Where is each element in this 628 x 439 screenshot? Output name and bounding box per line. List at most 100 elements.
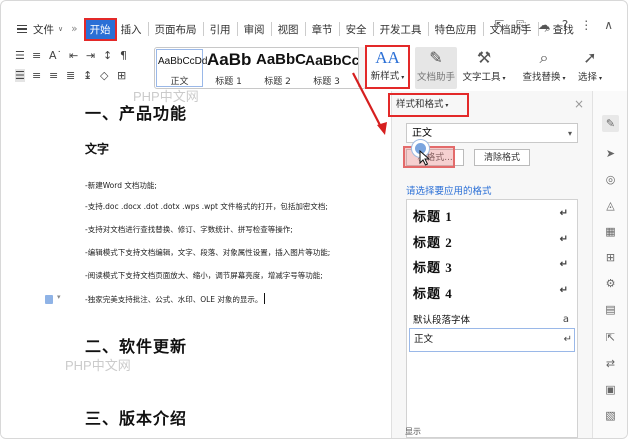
style-name: 标题 3 bbox=[313, 77, 340, 87]
style-item-label: 标题 1 bbox=[413, 209, 453, 224]
list-item[interactable]: 标题 4 ↵ bbox=[413, 283, 571, 302]
line-spacing-icon[interactable]: ↨ bbox=[83, 69, 93, 82]
tab-insert[interactable]: 插入 bbox=[119, 22, 144, 37]
more-icon[interactable]: » bbox=[71, 23, 77, 35]
export-icon[interactable]: ⇱ bbox=[604, 331, 617, 344]
indent-icon[interactable]: ⇤ bbox=[69, 49, 79, 62]
file-menu[interactable]: 文件 ∨ bbox=[33, 22, 63, 37]
tab-references[interactable]: 引用 bbox=[208, 22, 233, 37]
menu-icon[interactable] bbox=[17, 23, 27, 35]
divider bbox=[270, 22, 272, 36]
ribbon: ☰ ≡ A˙ ⇤ ⇥ ↕ ¶ ☰ ≡ ≡ ≣ ↨ ◇ ⊞ AaBbCcDd 正文 bbox=[1, 43, 627, 91]
pilcrow-icon[interactable]: ¶ bbox=[120, 49, 130, 62]
mouse-cursor-icon bbox=[419, 150, 431, 166]
pen-icon[interactable]: ✎ bbox=[602, 115, 619, 132]
fill-icon[interactable]: ◬ bbox=[604, 199, 617, 212]
help-icon[interactable]: ? bbox=[562, 18, 568, 33]
bullet-line: -支持对文档进行查找替换、修订、字数统计、拼写检查等操作; bbox=[85, 225, 293, 234]
divider bbox=[372, 22, 374, 36]
divider bbox=[427, 22, 429, 36]
settings-icon[interactable]: ⚙ bbox=[604, 277, 617, 290]
align-left-icon[interactable]: ☰ bbox=[15, 68, 25, 82]
style-heading-1[interactable]: AaBb 标题 1 bbox=[204, 48, 253, 88]
close-icon[interactable]: × bbox=[574, 97, 584, 111]
pointer-icon[interactable]: ➤ bbox=[604, 147, 617, 160]
paragraph-mark-icon: ↵ bbox=[559, 208, 569, 219]
list-item[interactable]: 标题 2 ↵ bbox=[413, 232, 571, 251]
clear-format-button[interactable]: 清除格式 bbox=[474, 149, 530, 166]
panel-title-dropdown[interactable]: 样式和格式 ▾ bbox=[388, 93, 469, 117]
divider bbox=[304, 22, 306, 36]
tab-features[interactable]: 特色应用 bbox=[433, 22, 479, 37]
heading-version-intro: 三、版本介绍 bbox=[85, 409, 188, 428]
new-style-label: 新样式 bbox=[370, 71, 400, 82]
align-center-icon[interactable]: ≡ bbox=[32, 69, 42, 82]
bullet-line-last: -独家完美支持批注、公式、水印、OLE 对象的显示。 bbox=[85, 293, 266, 305]
style-item-label: 标题 3 bbox=[413, 260, 453, 275]
text-cursor bbox=[264, 293, 266, 304]
document-page[interactable]: 一、产品功能 PHP中文网 文字 -新建Word 文档功能; -支持.doc .… bbox=[1, 89, 389, 438]
indent-more-icon[interactable]: ⇥ bbox=[86, 49, 96, 62]
bullet-list-icon[interactable]: ☰ bbox=[15, 49, 25, 62]
chevron-down-icon: ∨ bbox=[58, 25, 64, 33]
sidebar-icon[interactable]: ▣ bbox=[604, 383, 617, 396]
tab-view[interactable]: 视图 bbox=[276, 22, 301, 37]
save-cloud-icon[interactable]: ⎘ bbox=[516, 18, 526, 33]
align-right-icon[interactable]: ≡ bbox=[49, 69, 59, 82]
paragraph-handle-icon[interactable] bbox=[45, 295, 53, 304]
layers-icon[interactable]: ▤ bbox=[604, 303, 617, 316]
style-heading-2[interactable]: AaBbC 标题 2 bbox=[253, 48, 306, 88]
doc-helper-button[interactable]: ✎ 文档助手 bbox=[415, 47, 457, 89]
share-icon[interactable]: ⇱ bbox=[494, 18, 504, 33]
more-options-icon[interactable]: ⋮ bbox=[580, 18, 592, 33]
tab-section[interactable]: 章节 bbox=[310, 22, 335, 37]
char-style-icon: a bbox=[562, 314, 569, 325]
style-normal[interactable]: AaBbCcDd 正文 bbox=[155, 48, 208, 88]
title-bar-actions: ⇱ ⎘ ☁ ? ⋮ ∧ bbox=[494, 18, 613, 33]
font-size-icon[interactable]: A˙ bbox=[49, 49, 62, 62]
justify-icon[interactable]: ≣ bbox=[66, 69, 76, 82]
shapes-icon[interactable]: ◎ bbox=[604, 173, 617, 186]
list-item[interactable]: 标题 3 ↵ bbox=[413, 257, 571, 276]
tab-review[interactable]: 审阅 bbox=[242, 22, 267, 37]
select-button[interactable]: ➚ 选择 ▾ bbox=[572, 47, 608, 89]
image-icon[interactable]: ▧ bbox=[604, 409, 617, 422]
table-icon[interactable]: ▦ bbox=[604, 225, 617, 238]
bullet-text: -独家完美支持批注、公式、水印、OLE 对象的显示。 bbox=[85, 295, 263, 304]
style-gallery-scroll[interactable] bbox=[358, 47, 365, 87]
tab-page-layout[interactable]: 页面布局 bbox=[153, 22, 199, 37]
doc-helper-icon: ✎ bbox=[429, 48, 443, 67]
style-item-label: 默认段落字体 bbox=[413, 315, 471, 326]
style-item-label: 标题 4 bbox=[413, 286, 453, 301]
current-style-select[interactable]: 正文 ▾ bbox=[406, 123, 578, 143]
shading-icon[interactable]: ◇ bbox=[100, 69, 110, 82]
border-icon[interactable]: ⊞ bbox=[117, 69, 127, 82]
translate-icon[interactable]: ⇄ bbox=[604, 357, 617, 370]
new-style-button[interactable]: AA 新样式 ▾ bbox=[365, 45, 410, 89]
list-item[interactable]: 标题 1 ↵ bbox=[413, 206, 571, 225]
collapse-icon[interactable]: ∧ bbox=[604, 18, 613, 33]
tab-start[interactable]: 开始 bbox=[83, 17, 117, 41]
watermark: PHP中文网 bbox=[65, 358, 131, 373]
tab-developer[interactable]: 开发工具 bbox=[378, 22, 424, 37]
tab-security[interactable]: 安全 bbox=[344, 22, 369, 37]
divider bbox=[338, 22, 340, 36]
style-sample: AaBbCcDd bbox=[158, 56, 208, 67]
divider bbox=[147, 22, 149, 36]
grid-icon[interactable]: ⊞ bbox=[604, 251, 617, 264]
list-item-selected[interactable]: 正文 ↵ bbox=[409, 328, 575, 352]
list-item[interactable]: 默认段落字体 a bbox=[413, 312, 571, 326]
paragraph-mark-icon: ↵ bbox=[559, 234, 569, 245]
sort-icon[interactable]: ↕ bbox=[103, 49, 113, 62]
caret-down-icon: ▾ bbox=[399, 74, 405, 81]
style-heading-3[interactable]: AaBbCc 标题 3 bbox=[302, 48, 359, 88]
cloud-icon[interactable]: ☁ bbox=[538, 18, 550, 33]
bullet-line: -阅读模式下支持文档页面放大、缩小，调节屏幕亮度，增减字号等功能; bbox=[85, 271, 323, 280]
numbered-list-icon[interactable]: ≡ bbox=[32, 49, 42, 62]
bullet-line: -支持.doc .docx .dot .dotx .wps .wpt 文件格式的… bbox=[85, 202, 328, 211]
find-replace-button[interactable]: ⌕ 查找替换 ▾ bbox=[520, 47, 568, 89]
text-tools-button[interactable]: ⚒ 文字工具 ▾ bbox=[462, 47, 506, 89]
caret-down-icon[interactable]: ▾ bbox=[57, 293, 61, 301]
wrench-icon: ⚒ bbox=[476, 48, 492, 67]
divider bbox=[202, 22, 204, 36]
